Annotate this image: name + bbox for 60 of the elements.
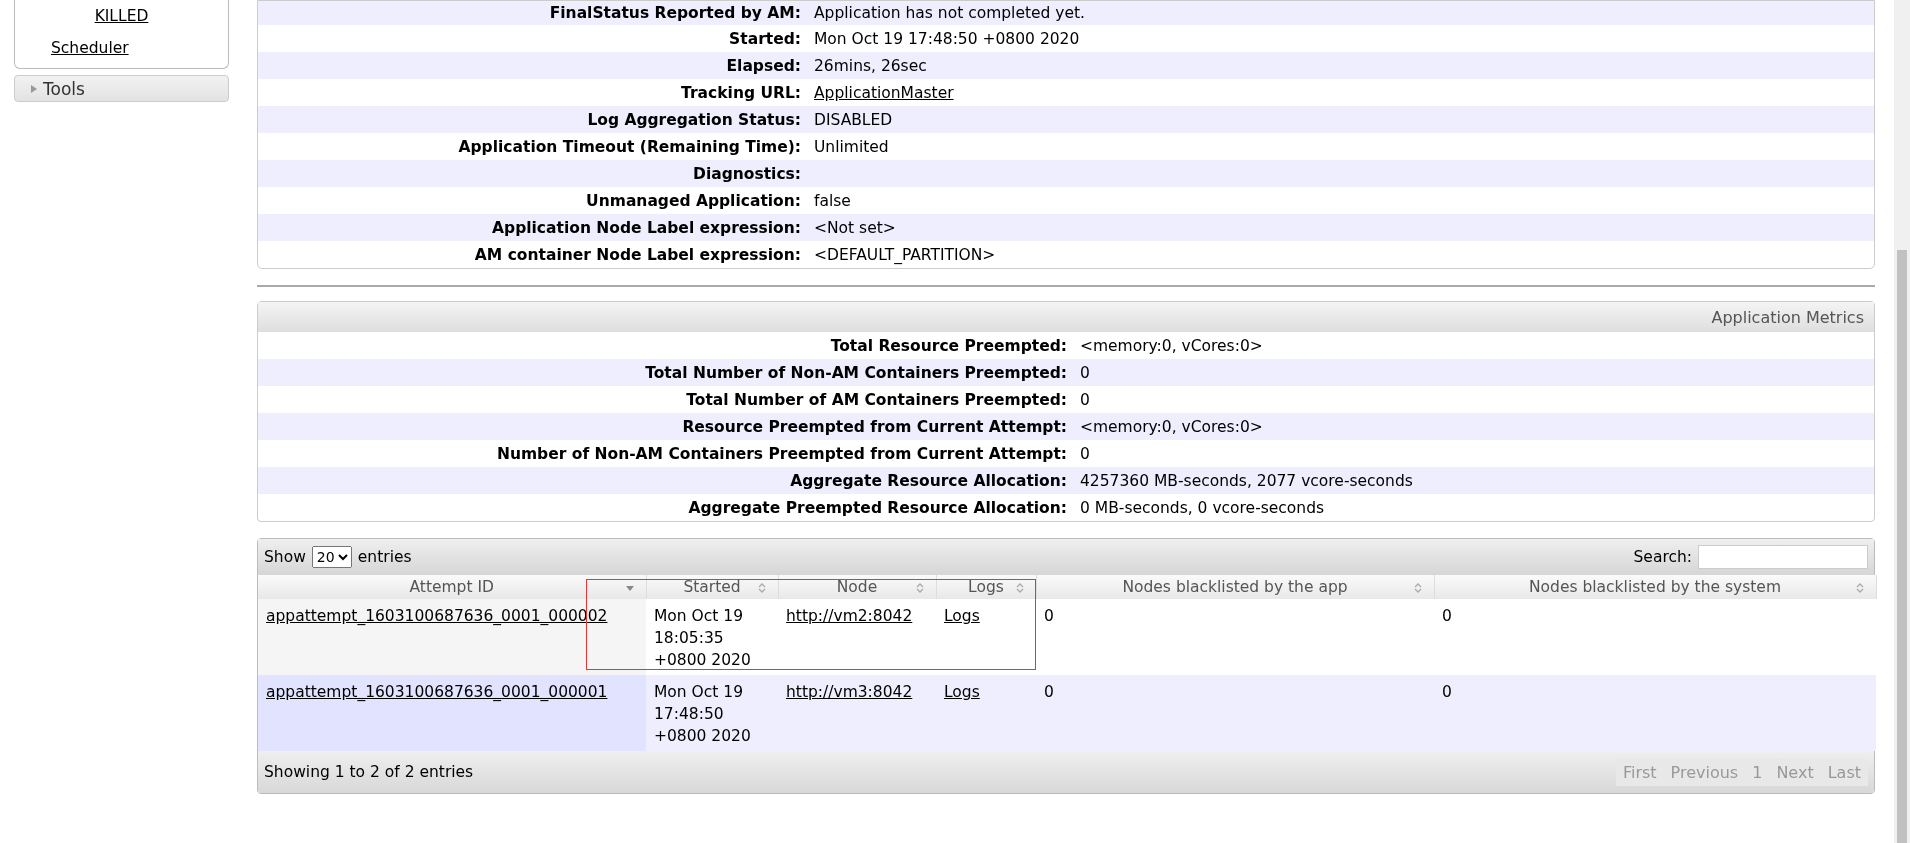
- table-cell: Mon Oct 19 17:48:50 +0800 2020: [654, 683, 751, 745]
- field-value: Mon Oct 19 17:48:50 +0800 2020: [814, 29, 1080, 48]
- field-label: Application Node Label expression:: [491, 218, 802, 237]
- column-header[interactable]: Nodes blacklisted by the app: [1036, 575, 1434, 599]
- metric-label: Total Resource Preempted:: [829, 336, 1068, 355]
- metric-value: 0: [1080, 390, 1090, 409]
- field-label: Elapsed:: [725, 56, 802, 75]
- page-size-select[interactable]: 20: [311, 546, 352, 568]
- metric-label: Aggregate Resource Allocation:: [789, 471, 1068, 490]
- metric-value: 4257360 MB-seconds, 2077 vcore-seconds: [1080, 471, 1413, 490]
- field-value: Unlimited: [814, 137, 889, 156]
- tools-section-header[interactable]: Tools: [14, 75, 229, 102]
- field-value: <DEFAULT_PARTITION>: [814, 245, 996, 264]
- field-value: DISABLED: [814, 110, 893, 129]
- column-header[interactable]: Logs: [936, 575, 1036, 599]
- logs-link[interactable]: Logs: [944, 683, 980, 701]
- column-header[interactable]: Started: [646, 575, 778, 599]
- node-link[interactable]: http://vm2:8042: [786, 607, 913, 625]
- field-label: Unmanaged Application:: [585, 191, 802, 210]
- field-value: Application has not completed yet.: [814, 4, 1086, 22]
- column-header[interactable]: Node: [778, 575, 936, 599]
- search-field[interactable]: [1698, 545, 1868, 569]
- table-cell: 0: [1044, 607, 1054, 625]
- field-label: Application Timeout (Remaining Time):: [457, 137, 802, 156]
- node-link[interactable]: http://vm3:8042: [786, 683, 913, 701]
- metric-value: 0: [1080, 444, 1090, 463]
- field-label: Log Aggregation Status:: [586, 110, 802, 129]
- metric-value: 0: [1080, 363, 1090, 382]
- field-value: 26mins, 26sec: [814, 56, 927, 75]
- metric-value: 0 MB-seconds, 0 vcore-seconds: [1080, 498, 1325, 517]
- metric-label: Aggregate Preempted Resource Allocation:: [687, 498, 1068, 517]
- metric-value: <memory:0, vCores:0>: [1080, 336, 1263, 355]
- field-label: Diagnostics:: [692, 164, 802, 183]
- table-cell: Mon Oct 19 18:05:35 +0800 2020: [654, 607, 751, 669]
- field-label: Tracking URL:: [680, 83, 802, 102]
- field-value: false: [814, 191, 851, 210]
- scrollbar[interactable]: [1894, 0, 1910, 843]
- sidebar-link[interactable]: Scheduler: [51, 38, 129, 58]
- metric-value: <memory:0, vCores:0>: [1080, 417, 1263, 436]
- search-label: Search:: [1633, 548, 1692, 566]
- sidebar-link[interactable]: KILLED: [94, 6, 149, 26]
- show-label: Show: [264, 548, 306, 566]
- field-label: FinalStatus Reported by AM:: [548, 4, 802, 22]
- entries-label: entries: [357, 548, 412, 566]
- section-header: Application Metrics: [258, 302, 1874, 332]
- field-value: <Not set>: [814, 218, 896, 237]
- metric-label: Total Number of AM Containers Preempted:: [685, 390, 1068, 409]
- logs-link[interactable]: Logs: [944, 607, 980, 625]
- table-cell: 0: [1442, 683, 1452, 701]
- entries-info: Showing 1 to 2 of 2 entries: [264, 763, 474, 781]
- metric-label: Resource Preempted from Current Attempt:: [681, 417, 1068, 436]
- column-header[interactable]: Attempt ID: [258, 575, 646, 599]
- metric-label: Number of Non-AM Containers Preempted from Current Attempt:: [495, 444, 1068, 463]
- table-cell: 0: [1442, 607, 1452, 625]
- column-header[interactable]: Nodes blacklisted by the system: [1434, 575, 1876, 599]
- metric-label: Total Number of Non-AM Containers Preempted:: [644, 363, 1068, 382]
- table-cell: 0: [1044, 683, 1054, 701]
- tracking-link[interactable]: ApplicationMaster: [814, 83, 954, 102]
- field-label: Started:: [728, 29, 802, 48]
- field-label: AM container Node Label expression:: [473, 245, 802, 264]
